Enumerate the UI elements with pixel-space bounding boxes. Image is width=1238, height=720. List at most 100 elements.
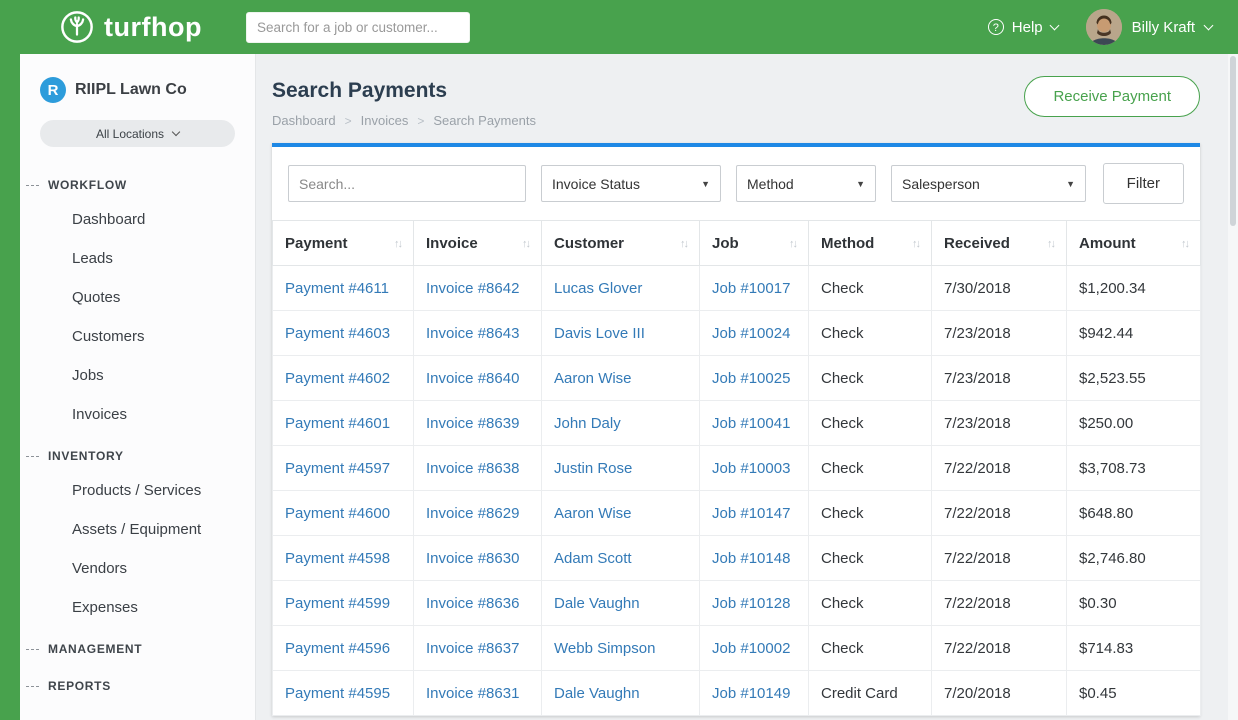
invoice-link[interactable]: Invoice #8631 bbox=[426, 685, 519, 702]
sidebar-item-customers[interactable]: Customers bbox=[20, 317, 255, 356]
logo[interactable]: turfhop bbox=[60, 10, 202, 44]
job-link[interactable]: Job #10149 bbox=[712, 685, 790, 702]
invoice-status-select[interactable]: Invoice Status ▼ bbox=[541, 165, 721, 202]
payment-link[interactable]: Payment #4597 bbox=[285, 460, 390, 477]
cell-payment: Payment #4598 bbox=[273, 536, 414, 581]
customer-link[interactable]: Webb Simpson bbox=[554, 640, 655, 657]
payment-link[interactable]: Payment #4599 bbox=[285, 595, 390, 612]
column-header-method[interactable]: ↑↓Method bbox=[809, 221, 932, 266]
customer-link[interactable]: Aaron Wise bbox=[554, 505, 632, 522]
sidebar-item-invoices[interactable]: Invoices bbox=[20, 395, 255, 434]
invoice-link[interactable]: Invoice #8643 bbox=[426, 325, 519, 342]
breadcrumb-item[interactable]: Invoices bbox=[361, 113, 409, 128]
sidebar-item-products-services[interactable]: Products / Services bbox=[20, 471, 255, 510]
table-row: Payment #4598 Invoice #8630 Adam Scott Job … bbox=[273, 536, 1201, 581]
scrollbar[interactable] bbox=[1228, 54, 1238, 720]
sidebar-item-vendors[interactable]: Vendors bbox=[20, 549, 255, 588]
cell-customer: Dale Vaughn bbox=[542, 671, 700, 716]
salesperson-select[interactable]: Salesperson ▼ bbox=[891, 165, 1086, 202]
cell-amount: $0.30 bbox=[1067, 581, 1201, 626]
sort-icon: ↑↓ bbox=[912, 238, 919, 250]
sidebar-item-jobs[interactable]: Jobs bbox=[20, 356, 255, 395]
customer-link[interactable]: Aaron Wise bbox=[554, 370, 632, 387]
column-header-amount[interactable]: ↑↓Amount bbox=[1067, 221, 1201, 266]
customer-link[interactable]: Adam Scott bbox=[554, 550, 632, 567]
help-menu[interactable]: ? Help bbox=[988, 19, 1058, 36]
customer-link[interactable]: John Daly bbox=[554, 415, 621, 432]
table-row: Payment #4600 Invoice #8629 Aaron Wise Job … bbox=[273, 491, 1201, 536]
cell-job: Job #10002 bbox=[700, 626, 809, 671]
locations-selector[interactable]: All Locations bbox=[40, 120, 235, 147]
breadcrumb-item: Search Payments bbox=[433, 113, 536, 128]
customer-link[interactable]: Dale Vaughn bbox=[554, 595, 640, 612]
payment-link[interactable]: Payment #4600 bbox=[285, 505, 390, 522]
cell-customer: Aaron Wise bbox=[542, 491, 700, 536]
sidebar-item-expenses[interactable]: Expenses bbox=[20, 588, 255, 627]
invoice-link[interactable]: Invoice #8638 bbox=[426, 460, 519, 477]
payment-link[interactable]: Payment #4603 bbox=[285, 325, 390, 342]
cell-received: 7/20/2018 bbox=[932, 671, 1067, 716]
cell-amount: $942.44 bbox=[1067, 311, 1201, 356]
sidebar-item-quotes[interactable]: Quotes bbox=[20, 278, 255, 317]
table-row: Payment #4602 Invoice #8640 Aaron Wise Job … bbox=[273, 356, 1201, 401]
customer-link[interactable]: Lucas Glover bbox=[554, 280, 642, 297]
payment-link[interactable]: Payment #4602 bbox=[285, 370, 390, 387]
table-header: ↑↓Payment↑↓Invoice↑↓Customer↑↓Job↑↓Metho… bbox=[273, 221, 1201, 266]
cell-method: Check bbox=[809, 491, 932, 536]
payment-link[interactable]: Payment #4601 bbox=[285, 415, 390, 432]
customer-link[interactable]: Dale Vaughn bbox=[554, 685, 640, 702]
job-link[interactable]: Job #10017 bbox=[712, 280, 790, 297]
column-label: Payment bbox=[285, 235, 348, 252]
job-link[interactable]: Job #10128 bbox=[712, 595, 790, 612]
customer-link[interactable]: Justin Rose bbox=[554, 460, 632, 477]
locations-label: All Locations bbox=[96, 127, 164, 141]
invoice-link[interactable]: Invoice #8639 bbox=[426, 415, 519, 432]
breadcrumb-item[interactable]: Dashboard bbox=[272, 113, 336, 128]
sort-icon: ↑↓ bbox=[522, 238, 529, 250]
method-select[interactable]: Method ▼ bbox=[736, 165, 876, 202]
column-header-payment[interactable]: ↑↓Payment bbox=[273, 221, 414, 266]
receive-payment-button[interactable]: Receive Payment bbox=[1024, 76, 1200, 117]
cell-received: 7/22/2018 bbox=[932, 581, 1067, 626]
invoice-link[interactable]: Invoice #8629 bbox=[426, 505, 519, 522]
invoice-link[interactable]: Invoice #8640 bbox=[426, 370, 519, 387]
column-label: Customer bbox=[554, 235, 624, 252]
cell-amount: $250.00 bbox=[1067, 401, 1201, 446]
global-search-input[interactable] bbox=[246, 12, 470, 43]
user-menu[interactable]: Billy Kraft bbox=[1086, 9, 1212, 45]
column-header-customer[interactable]: ↑↓Customer bbox=[542, 221, 700, 266]
cell-amount: $0.45 bbox=[1067, 671, 1201, 716]
cell-customer: Lucas Glover bbox=[542, 266, 700, 311]
invoice-link[interactable]: Invoice #8636 bbox=[426, 595, 519, 612]
column-header-received[interactable]: ↑↓Received bbox=[932, 221, 1067, 266]
sidebar-item-dashboard[interactable]: Dashboard bbox=[20, 200, 255, 239]
payment-link[interactable]: Payment #4595 bbox=[285, 685, 390, 702]
column-header-job[interactable]: ↑↓Job bbox=[700, 221, 809, 266]
payment-link[interactable]: Payment #4598 bbox=[285, 550, 390, 567]
job-link[interactable]: Job #10041 bbox=[712, 415, 790, 432]
sidebar-item-leads[interactable]: Leads bbox=[20, 239, 255, 278]
customer-link[interactable]: Davis Love III bbox=[554, 325, 645, 342]
invoice-link[interactable]: Invoice #8637 bbox=[426, 640, 519, 657]
job-link[interactable]: Job #10003 bbox=[712, 460, 790, 477]
payment-link[interactable]: Payment #4596 bbox=[285, 640, 390, 657]
cell-method: Check bbox=[809, 266, 932, 311]
job-link[interactable]: Job #10024 bbox=[712, 325, 790, 342]
invoice-link[interactable]: Invoice #8630 bbox=[426, 550, 519, 567]
job-link[interactable]: Job #10147 bbox=[712, 505, 790, 522]
job-link[interactable]: Job #10025 bbox=[712, 370, 790, 387]
cell-payment: Payment #4602 bbox=[273, 356, 414, 401]
filter-button[interactable]: Filter bbox=[1103, 163, 1184, 204]
invoice-link[interactable]: Invoice #8642 bbox=[426, 280, 519, 297]
column-header-invoice[interactable]: ↑↓Invoice bbox=[414, 221, 542, 266]
user-name: Billy Kraft bbox=[1132, 19, 1195, 36]
cell-customer: John Daly bbox=[542, 401, 700, 446]
payment-link[interactable]: Payment #4611 bbox=[285, 280, 389, 297]
sidebar-item-assets-equipment[interactable]: Assets / Equipment bbox=[20, 510, 255, 549]
job-link[interactable]: Job #10148 bbox=[712, 550, 790, 567]
job-link[interactable]: Job #10002 bbox=[712, 640, 790, 657]
scrollbar-thumb[interactable] bbox=[1230, 56, 1236, 226]
sort-icon: ↑↓ bbox=[1181, 238, 1188, 250]
filter-search-input[interactable] bbox=[288, 165, 526, 202]
breadcrumb-separator: > bbox=[345, 114, 352, 128]
